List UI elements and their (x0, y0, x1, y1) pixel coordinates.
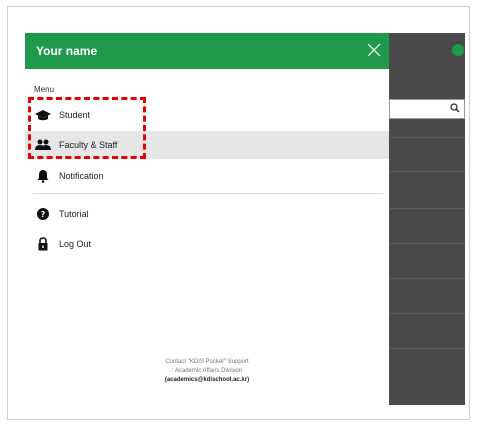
search-icon[interactable] (450, 103, 460, 113)
menu-item-tutorial[interactable]: ? Tutorial (25, 200, 389, 228)
question-circle-icon: ? (37, 208, 49, 220)
support-footer: Contact "KDIS Pocket" Support : Academic… (25, 358, 389, 385)
side-drawer: Your name Menu Student Faculty & Staff N… (25, 33, 389, 405)
menu-item-notification[interactable]: Notification (25, 162, 389, 190)
support-contact-text: Contact "KDIS Pocket" Support (165, 359, 249, 365)
support-email-link[interactable]: (academics@kdischool.ac.kr) (25, 376, 389, 385)
row-divider (389, 348, 465, 349)
row-divider (389, 313, 465, 314)
annotation-highlight-box (28, 97, 146, 159)
row-divider (389, 137, 465, 138)
drawer-header: Your name (25, 33, 389, 69)
lock-icon (38, 237, 48, 251)
row-divider (389, 278, 465, 279)
row-divider (389, 208, 465, 209)
background-app-overlay[interactable] (389, 33, 465, 405)
user-avatar-icon[interactable] (452, 44, 464, 56)
row-divider (389, 171, 465, 172)
menu-divider (33, 193, 383, 194)
bell-icon (37, 170, 49, 183)
user-name-title: Your name (36, 44, 98, 58)
menu-item-label: Tutorial (59, 209, 89, 219)
support-division-text: : Academic Affairs Division (171, 368, 243, 374)
menu-item-label: Notification (59, 171, 104, 181)
svg-text:?: ? (41, 210, 46, 219)
row-divider (389, 243, 465, 244)
menu-item-label: Log Out (59, 239, 92, 249)
close-icon[interactable] (365, 41, 383, 59)
menu-section-label: Menu (34, 85, 55, 94)
search-input[interactable] (389, 99, 465, 119)
menu-item-logout[interactable]: Log Out (25, 230, 389, 258)
